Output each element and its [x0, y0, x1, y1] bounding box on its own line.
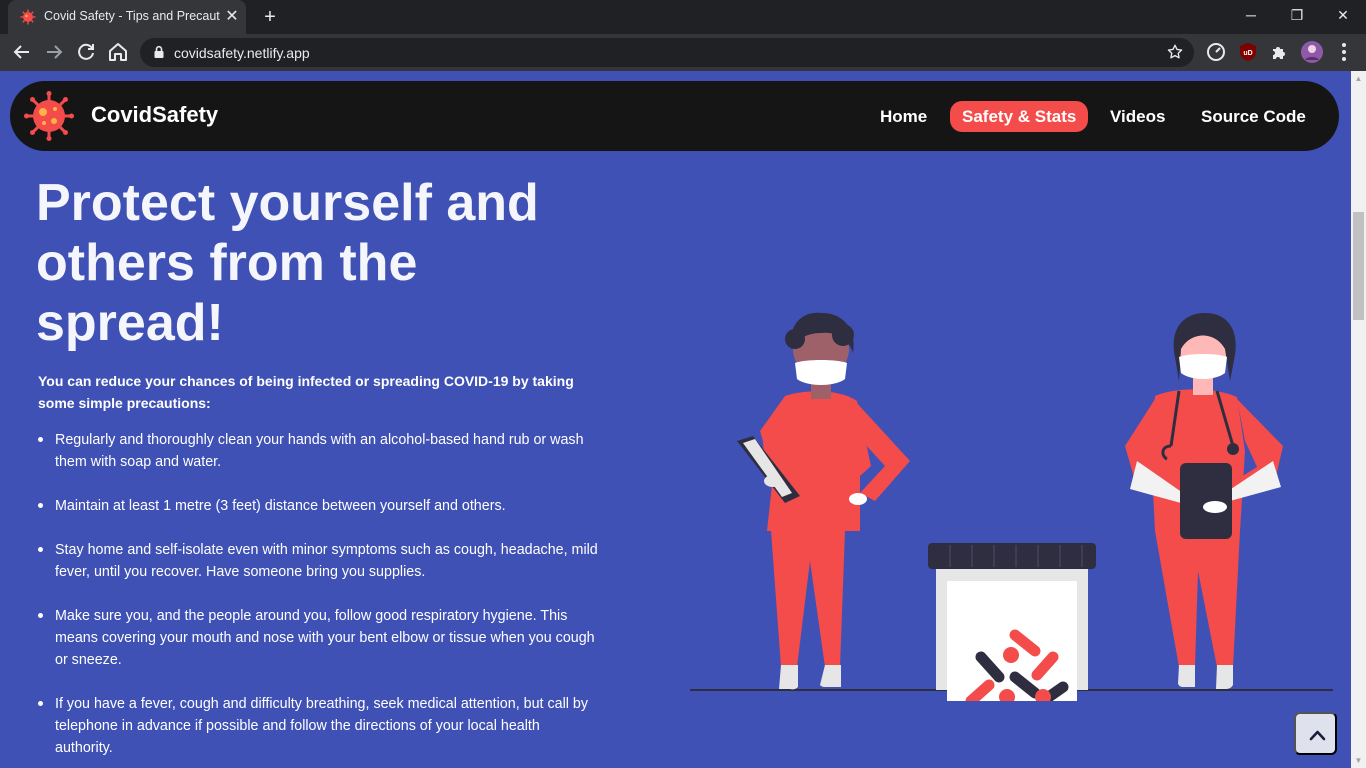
- new-tab-button[interactable]: +: [258, 5, 282, 29]
- profile-avatar-icon[interactable]: [1300, 40, 1324, 64]
- list-item: Stay home and self-isolate even with min…: [38, 539, 598, 583]
- browser-menu-icon[interactable]: [1332, 40, 1356, 64]
- puzzle-piece-icon[interactable]: [1268, 40, 1292, 64]
- tab-close-icon[interactable]: ✕: [222, 7, 242, 27]
- browser-tab[interactable]: Covid Safety - Tips and Precautions ✕: [8, 0, 246, 34]
- scroll-down-icon[interactable]: ▼: [1351, 753, 1366, 768]
- lock-icon: [154, 45, 164, 58]
- nav-link-source-code[interactable]: Source Code: [1189, 101, 1318, 132]
- star-icon[interactable]: [1166, 43, 1184, 61]
- hero-title: Protect yourself and others from the spr…: [36, 174, 539, 352]
- arrow-left-icon[interactable]: [10, 40, 34, 64]
- hero-intro: You can reduce your chances of being inf…: [38, 373, 574, 411]
- bullet-icon: [38, 437, 43, 442]
- window-close-icon[interactable]: ✕: [1320, 0, 1366, 30]
- bullet-icon: [38, 503, 43, 508]
- browser-tabstrip: Covid Safety - Tips and Precautions ✕ + …: [0, 0, 1366, 34]
- pill-jar: [928, 543, 1096, 701]
- list-item: If you have a fever, cough and difficult…: [38, 693, 598, 759]
- list-item: Make sure you, and the people around you…: [38, 605, 598, 671]
- tip-text: If you have a fever, cough and difficult…: [55, 696, 589, 756]
- home-icon[interactable]: [106, 40, 130, 64]
- page-scrollbar[interactable]: ▲ ▼: [1351, 71, 1366, 768]
- bullet-icon: [38, 613, 43, 618]
- list-item: Maintain at least 1 metre (3 feet) dista…: [38, 495, 598, 517]
- right-health-worker: [1125, 313, 1283, 690]
- virus-favicon-icon: [20, 9, 36, 25]
- page-viewport: CovidSafety Home Safety & Stats Videos S…: [0, 71, 1351, 768]
- left-health-worker: [737, 312, 910, 690]
- address-bar[interactable]: covidsafety.netlify.app: [140, 38, 1194, 67]
- tip-text: Maintain at least 1 metre (3 feet) dista…: [55, 498, 506, 514]
- tab-title: Covid Safety - Tips and Precautions: [44, 9, 220, 23]
- list-item: Regularly and thoroughly clean your hand…: [38, 429, 598, 473]
- tip-text: Make sure you, and the people around you…: [55, 608, 595, 668]
- health-workers-illustration: [690, 312, 1333, 701]
- url-text: covidsafety.netlify.app: [174, 45, 310, 61]
- browser-toolbar: covidsafety.netlify.app uD: [0, 34, 1366, 71]
- minimize-icon[interactable]: ─: [1228, 0, 1274, 30]
- site-navbar: CovidSafety Home Safety & Stats Videos S…: [10, 81, 1339, 151]
- virus-icon[interactable]: [24, 91, 74, 141]
- scrollbar-thumb[interactable]: [1353, 212, 1364, 320]
- bullet-icon: [38, 547, 43, 552]
- restore-icon[interactable]: ❐: [1274, 0, 1320, 30]
- svg-text:uD: uD: [1243, 50, 1252, 57]
- extension-gauge-icon[interactable]: [1204, 40, 1228, 64]
- nav-link-videos[interactable]: Videos: [1098, 101, 1177, 132]
- nav-link-safety-stats[interactable]: Safety & Stats: [950, 101, 1089, 132]
- reload-icon[interactable]: [74, 40, 98, 64]
- chevron-up-icon: [1309, 730, 1326, 741]
- nav-link-home[interactable]: Home: [868, 101, 939, 132]
- tip-text: Regularly and thoroughly clean your hand…: [55, 432, 584, 470]
- scroll-up-icon[interactable]: ▲: [1351, 71, 1366, 86]
- ublock-origin-icon[interactable]: uD: [1236, 40, 1260, 64]
- brand-name[interactable]: CovidSafety: [91, 102, 218, 128]
- back-to-top-button[interactable]: [1294, 712, 1337, 755]
- precautions-list: Regularly and thoroughly clean your hand…: [38, 429, 598, 768]
- tip-text: Stay home and self-isolate even with min…: [55, 542, 598, 580]
- bullet-icon: [38, 701, 43, 706]
- arrow-right-icon[interactable]: [42, 40, 66, 64]
